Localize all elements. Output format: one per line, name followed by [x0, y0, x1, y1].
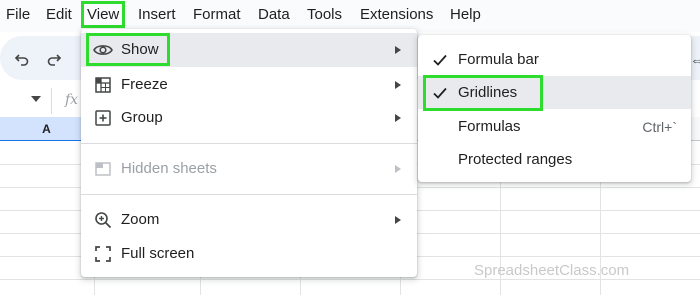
menu-format[interactable]: Format [193, 5, 241, 25]
menu-edit[interactable]: Edit [46, 5, 72, 25]
row-line [0, 279, 700, 280]
view-menu-item-freeze[interactable]: Freeze [81, 68, 417, 102]
view-menu-item-hidden-sheets: Hidden sheets [81, 152, 417, 186]
redo-icon[interactable] [44, 49, 64, 69]
menu-divider [81, 143, 417, 144]
submenu-arrow-icon [395, 114, 401, 122]
hidden-sheets-icon [93, 159, 113, 179]
submenu-item-formulas[interactable]: Formulas Ctrl+` [418, 110, 691, 143]
group-icon [93, 108, 113, 128]
menu-divider [81, 194, 417, 195]
submenu-item-protected-ranges[interactable]: Protected ranges [418, 143, 691, 176]
menu-tools[interactable]: Tools [307, 5, 342, 25]
view-menu-item-group[interactable]: Group [81, 101, 417, 135]
menu-insert[interactable]: Insert [138, 5, 176, 25]
column-header-a[interactable]: A [0, 117, 94, 141]
view-menu-label-group: Group [121, 109, 163, 126]
menu-data[interactable]: Data [258, 5, 290, 25]
submenu-arrow-icon [395, 216, 401, 224]
submenu-arrow-icon [395, 81, 401, 89]
menu-bar: File Edit View Insert Format Data Tools … [0, 0, 700, 32]
toolbar-overflow-icon[interactable]: ⇔ [690, 52, 700, 69]
submenu-label-formula-bar: Formula bar [458, 50, 539, 68]
submenu-label-protected-ranges: Protected ranges [458, 150, 573, 168]
show-highlight-box [86, 33, 170, 66]
submenu-arrow-icon [395, 165, 401, 173]
menu-help[interactable]: Help [450, 5, 481, 25]
gridlines-highlight-box [423, 75, 543, 111]
show-submenu: Formula bar Gridlines Formulas Ctrl+` Pr… [418, 35, 691, 182]
view-menu-label-freeze: Freeze [121, 76, 168, 93]
fx-label: fx [65, 92, 79, 108]
submenu-label-formulas: Formulas [458, 117, 521, 135]
name-box[interactable] [0, 88, 52, 114]
view-menu-item-zoom[interactable]: Zoom [81, 203, 417, 237]
view-menu-item-full-screen[interactable]: Full screen [81, 237, 417, 271]
view-menu-label-full-screen: Full screen [121, 245, 195, 262]
menu-file[interactable]: File [6, 5, 30, 25]
undo-icon[interactable] [12, 49, 32, 69]
menu-view[interactable]: View [81, 1, 126, 28]
menu-extensions[interactable]: Extensions [360, 5, 433, 25]
submenu-item-formula-bar[interactable]: Formula bar [418, 43, 691, 76]
freeze-icon [93, 75, 113, 95]
check-icon [432, 52, 448, 68]
view-menu-label-zoom: Zoom [121, 211, 160, 228]
zoom-icon [93, 210, 113, 230]
watermark: SpreadsheetClass.com [474, 262, 630, 279]
name-box-dropdown-icon[interactable] [31, 96, 41, 102]
view-menu-label-hidden-sheets: Hidden sheets [121, 160, 217, 177]
view-menu: Show Freeze Group Hidden sheets Zoom Ful… [81, 29, 417, 277]
fullscreen-icon [93, 244, 113, 264]
submenu-shortcut-formulas: Ctrl+` [642, 118, 677, 135]
submenu-arrow-icon [395, 46, 401, 54]
